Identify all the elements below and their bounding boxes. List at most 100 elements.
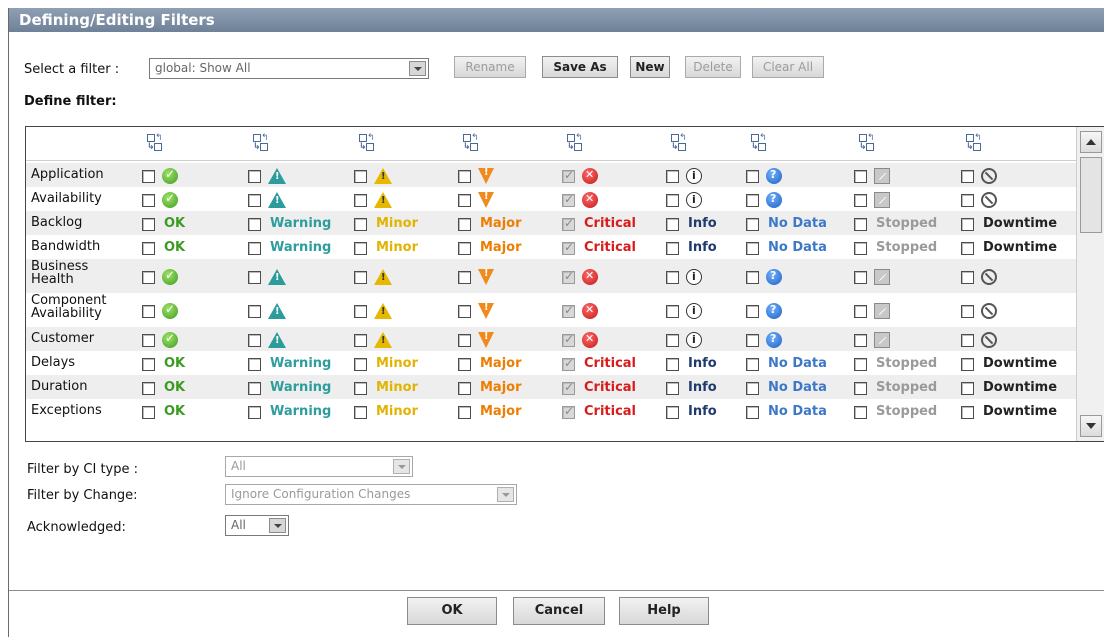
status-checkbox[interactable] (354, 271, 367, 284)
status-checkbox[interactable] (746, 194, 759, 207)
change-select[interactable]: Ignore Configuration Changes (225, 484, 517, 505)
status-checkbox[interactable] (961, 242, 974, 255)
scroll-up-icon[interactable] (1080, 131, 1102, 153)
status-checkbox[interactable] (961, 218, 974, 231)
status-checkbox[interactable] (666, 194, 679, 207)
status-checkbox[interactable] (666, 218, 679, 231)
status-checkbox[interactable] (746, 242, 759, 255)
status-checkbox[interactable] (458, 334, 471, 347)
toggle-column-icon[interactable]: ↰ ↳ (670, 133, 687, 153)
status-checkbox[interactable] (458, 194, 471, 207)
chevron-down-icon[interactable] (497, 487, 514, 502)
status-checkbox[interactable] (562, 303, 575, 318)
status-checkbox[interactable] (746, 305, 759, 318)
status-checkbox[interactable] (248, 305, 261, 318)
status-checkbox[interactable] (354, 382, 367, 395)
delete-button[interactable]: Delete (685, 56, 741, 78)
status-checkbox[interactable] (458, 218, 471, 231)
status-checkbox[interactable] (354, 218, 367, 231)
status-checkbox[interactable] (248, 170, 261, 183)
status-checkbox[interactable] (562, 356, 575, 371)
toggle-column-icon[interactable]: ↰ ↳ (750, 133, 767, 153)
rename-button[interactable]: Rename (454, 56, 526, 78)
status-checkbox[interactable] (562, 380, 575, 395)
status-checkbox[interactable] (961, 170, 974, 183)
status-checkbox[interactable] (854, 334, 867, 347)
status-checkbox[interactable] (746, 170, 759, 183)
status-checkbox[interactable] (854, 305, 867, 318)
cancel-button[interactable]: Cancel (513, 597, 605, 625)
status-checkbox[interactable] (666, 334, 679, 347)
status-checkbox[interactable] (854, 271, 867, 284)
status-checkbox[interactable] (248, 334, 261, 347)
status-checkbox[interactable] (562, 404, 575, 419)
status-checkbox[interactable] (854, 170, 867, 183)
toggle-column-icon[interactable]: ↰ ↳ (358, 133, 375, 153)
toggle-column-icon[interactable]: ↰ ↳ (462, 133, 479, 153)
status-checkbox[interactable] (248, 242, 261, 255)
status-checkbox[interactable] (248, 218, 261, 231)
status-checkbox[interactable] (854, 382, 867, 395)
status-checkbox[interactable] (746, 406, 759, 419)
toggle-column-icon[interactable]: ↰ ↳ (146, 133, 163, 153)
status-checkbox[interactable] (854, 194, 867, 207)
status-checkbox[interactable] (458, 242, 471, 255)
status-checkbox[interactable] (961, 406, 974, 419)
status-checkbox[interactable] (458, 305, 471, 318)
status-checkbox[interactable] (666, 358, 679, 371)
toggle-column-icon[interactable]: ↰ ↳ (566, 133, 583, 153)
status-checkbox[interactable] (961, 334, 974, 347)
status-checkbox[interactable] (562, 240, 575, 255)
status-checkbox[interactable] (562, 192, 575, 207)
status-checkbox[interactable] (961, 382, 974, 395)
status-checkbox[interactable] (746, 334, 759, 347)
status-checkbox[interactable] (961, 305, 974, 318)
toggle-column-icon[interactable]: ↰ ↳ (252, 133, 269, 153)
status-checkbox[interactable] (746, 358, 759, 371)
status-checkbox[interactable] (458, 406, 471, 419)
status-checkbox[interactable] (142, 170, 155, 183)
status-checkbox[interactable] (746, 271, 759, 284)
scroll-down-icon[interactable] (1080, 415, 1102, 437)
ok-button[interactable]: OK (407, 597, 497, 625)
status-checkbox[interactable] (458, 382, 471, 395)
ci-type-select[interactable]: All (225, 456, 413, 477)
chevron-down-icon[interactable] (393, 459, 410, 474)
status-checkbox[interactable] (354, 358, 367, 371)
status-checkbox[interactable] (142, 242, 155, 255)
chevron-down-icon[interactable] (269, 518, 286, 533)
status-checkbox[interactable] (666, 170, 679, 183)
vertical-scrollbar[interactable] (1076, 127, 1104, 441)
status-checkbox[interactable] (854, 358, 867, 371)
status-checkbox[interactable] (142, 334, 155, 347)
status-checkbox[interactable] (248, 382, 261, 395)
status-checkbox[interactable] (142, 382, 155, 395)
status-checkbox[interactable] (666, 305, 679, 318)
status-checkbox[interactable] (354, 170, 367, 183)
save-as-button[interactable]: Save As (542, 56, 618, 78)
status-checkbox[interactable] (666, 406, 679, 419)
status-checkbox[interactable] (562, 269, 575, 284)
status-checkbox[interactable] (746, 218, 759, 231)
scroll-thumb[interactable] (1080, 157, 1102, 233)
acknowledged-select[interactable]: All (225, 515, 289, 536)
status-checkbox[interactable] (248, 194, 261, 207)
status-checkbox[interactable] (562, 216, 575, 231)
status-checkbox[interactable] (666, 242, 679, 255)
status-checkbox[interactable] (248, 406, 261, 419)
status-checkbox[interactable] (666, 382, 679, 395)
status-checkbox[interactable] (746, 382, 759, 395)
new-button[interactable]: New (630, 56, 670, 78)
status-checkbox[interactable] (458, 358, 471, 371)
status-checkbox[interactable] (142, 358, 155, 371)
status-checkbox[interactable] (562, 332, 575, 347)
status-checkbox[interactable] (666, 271, 679, 284)
status-checkbox[interactable] (354, 334, 367, 347)
status-checkbox[interactable] (961, 271, 974, 284)
status-checkbox[interactable] (854, 406, 867, 419)
status-checkbox[interactable] (142, 406, 155, 419)
toggle-column-icon[interactable]: ↰ ↳ (965, 133, 982, 153)
clear-all-button[interactable]: Clear All (752, 56, 824, 78)
filter-select[interactable]: global: Show All (149, 58, 429, 79)
status-checkbox[interactable] (354, 406, 367, 419)
